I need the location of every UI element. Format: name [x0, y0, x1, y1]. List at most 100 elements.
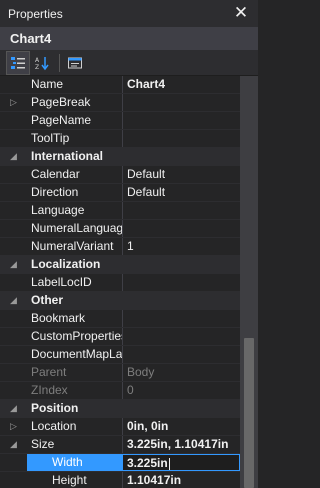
- property-value[interactable]: 3.225in: [122, 454, 240, 471]
- property-value[interactable]: Default: [122, 166, 240, 183]
- property-row[interactable]: Height 1.10417in: [0, 472, 240, 488]
- property-row[interactable]: ▷ PageBreak: [0, 94, 240, 112]
- property-row[interactable]: PageName: [0, 112, 240, 130]
- property-name: Localization: [31, 257, 101, 271]
- property-value[interactable]: Chart4: [122, 76, 240, 93]
- property-value[interactable]: [122, 94, 240, 111]
- collapse-icon[interactable]: ◢: [0, 436, 27, 453]
- property-value[interactable]: 3.225in, 1.10417in: [122, 436, 240, 453]
- property-value[interactable]: [122, 130, 240, 147]
- row-gutter: [0, 364, 27, 381]
- property-name: LabelLocID: [31, 275, 92, 289]
- property-value[interactable]: 0in, 0in: [122, 418, 240, 435]
- row-gutter: [0, 220, 27, 237]
- category-row[interactable]: ◢ Other: [0, 292, 240, 310]
- panel-title: Properties: [8, 6, 63, 21]
- property-row[interactable]: NumeralVariant 1: [0, 238, 240, 256]
- vertical-scrollbar[interactable]: [240, 76, 258, 488]
- close-icon[interactable]: ✕: [233, 4, 249, 21]
- property-row[interactable]: Bookmark: [0, 310, 240, 328]
- property-name: Parent: [31, 365, 67, 379]
- row-gutter: [0, 472, 27, 488]
- property-row[interactable]: DocumentMapLal: [0, 346, 240, 364]
- property-row[interactable]: ▷ Location 0in, 0in: [0, 418, 240, 436]
- toolbar-separator: [59, 53, 60, 72]
- property-name: Calendar: [31, 167, 80, 181]
- row-gutter: [0, 166, 27, 183]
- property-name: Name: [31, 77, 64, 91]
- property-row[interactable]: Parent Body: [0, 364, 240, 382]
- text-caret: [168, 457, 170, 470]
- property-value[interactable]: [122, 202, 240, 219]
- property-name: DocumentMapLal: [31, 347, 122, 361]
- row-gutter: [0, 454, 27, 471]
- svg-text:Z: Z: [35, 64, 39, 71]
- property-row[interactable]: Name Chart4: [0, 76, 240, 94]
- category-row[interactable]: ◢ International: [0, 148, 240, 166]
- property-value: 0: [122, 382, 240, 399]
- property-row[interactable]: LabelLocID: [0, 274, 240, 292]
- property-pages-icon[interactable]: [64, 52, 86, 74]
- row-gutter: [0, 238, 27, 255]
- row-gutter: [0, 310, 27, 327]
- expand-icon[interactable]: ▷: [0, 418, 27, 435]
- property-name: PageName: [31, 113, 92, 127]
- property-value[interactable]: [122, 346, 240, 363]
- property-name: NumeralLanguag: [31, 221, 122, 235]
- property-value: Body: [122, 364, 240, 381]
- property-row[interactable]: Calendar Default: [0, 166, 240, 184]
- property-name: Width: [27, 454, 122, 471]
- row-gutter: [0, 112, 27, 129]
- property-row[interactable]: Width 3.225in: [0, 454, 240, 472]
- row-gutter: [0, 274, 27, 291]
- property-row[interactable]: Direction Default: [0, 184, 240, 202]
- property-row[interactable]: ZIndex 0: [0, 382, 240, 400]
- property-value[interactable]: 1: [122, 238, 240, 255]
- row-gutter: [0, 76, 27, 93]
- alphabetical-icon[interactable]: A Z: [31, 52, 53, 74]
- row-gutter: [0, 184, 27, 201]
- property-name: Bookmark: [31, 311, 86, 325]
- property-name: ToolTip: [31, 131, 70, 145]
- svg-text:A: A: [35, 57, 40, 64]
- property-value[interactable]: [122, 112, 240, 129]
- property-value[interactable]: [122, 274, 240, 291]
- scrollbar-thumb[interactable]: [244, 338, 254, 488]
- property-row[interactable]: Language: [0, 202, 240, 220]
- property-name: NumeralVariant: [31, 239, 114, 253]
- property-row[interactable]: ◢ Size 3.225in, 1.10417in: [0, 436, 240, 454]
- property-name: Location: [31, 419, 77, 433]
- property-name: International: [31, 149, 104, 163]
- property-value[interactable]: Default: [122, 184, 240, 201]
- row-gutter: [0, 328, 27, 345]
- property-row[interactable]: CustomProperties: [0, 328, 240, 346]
- property-value[interactable]: 1.10417in: [122, 472, 240, 488]
- row-gutter: [0, 130, 27, 147]
- row-gutter: [0, 382, 27, 399]
- collapse-icon[interactable]: ◢: [0, 292, 27, 309]
- property-name: Size: [31, 437, 55, 451]
- row-gutter: [0, 202, 27, 219]
- selected-object-name: Chart4: [0, 27, 258, 50]
- property-value[interactable]: [122, 328, 240, 345]
- expand-icon[interactable]: ▷: [0, 94, 27, 111]
- category-row[interactable]: ◢ Localization: [0, 256, 240, 274]
- property-value[interactable]: [122, 310, 240, 327]
- collapse-icon[interactable]: ◢: [0, 400, 27, 417]
- row-gutter: [0, 346, 27, 363]
- property-value[interactable]: [122, 220, 240, 237]
- panel-titlebar: Properties ✕: [0, 0, 258, 27]
- property-name: PageBreak: [31, 95, 91, 109]
- property-name: Direction: [31, 185, 79, 199]
- properties-toolbar: A Z: [0, 50, 258, 76]
- collapse-icon[interactable]: ◢: [0, 148, 27, 165]
- categorized-icon[interactable]: [6, 50, 30, 75]
- property-grid: Name Chart4 ▷ PageBreak PageName ToolTip ◢ Inte…: [0, 76, 240, 488]
- collapse-icon[interactable]: ◢: [0, 256, 27, 273]
- property-row[interactable]: ToolTip: [0, 130, 240, 148]
- property-name: Other: [31, 293, 64, 307]
- property-name: CustomProperties: [31, 329, 122, 343]
- property-row[interactable]: NumeralLanguag: [0, 220, 240, 238]
- property-name: Height: [52, 473, 87, 487]
- category-row[interactable]: ◢ Position: [0, 400, 240, 418]
